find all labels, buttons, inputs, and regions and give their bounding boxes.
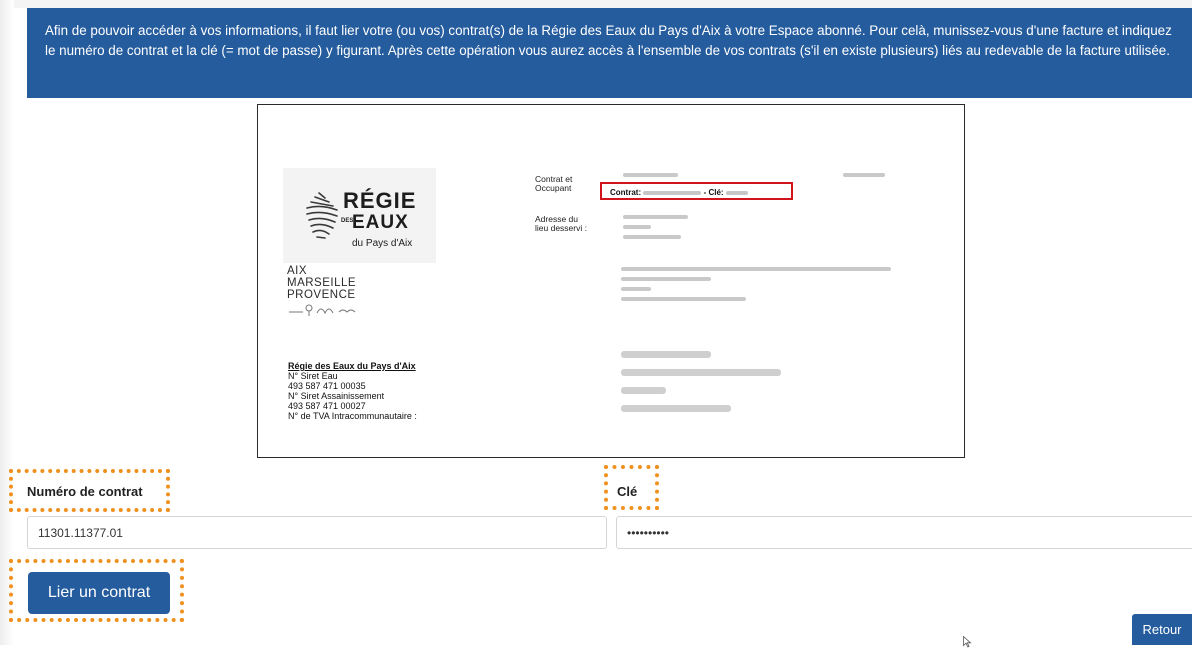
blurred-contract-number	[643, 190, 702, 195]
blurred-address-line	[623, 215, 688, 219]
logo-regie-text: RÉGIE	[343, 188, 417, 213]
blurred-address-line	[621, 287, 651, 291]
blurred-recipient-line	[621, 369, 781, 376]
logo-pays-text: du Pays d'Aix	[352, 238, 413, 249]
metropole-line-2: MARSEILLE	[287, 277, 357, 289]
info-banner: Afin de pouvoir accéder à vos informatio…	[27, 8, 1192, 98]
blurred-recipient-line	[621, 405, 731, 412]
blurred-address-line	[621, 297, 746, 301]
contract-number-input[interactable]	[27, 516, 607, 549]
blurred-address-line	[623, 225, 651, 229]
contrat-occupant-label: Contrat et Occupant	[535, 174, 573, 193]
mouse-pointer-icon	[963, 636, 972, 648]
water-waves-icon	[306, 192, 338, 239]
blurred-recipient-line	[621, 387, 666, 394]
issuer-name: Régie des Eaux du Pays d'Aix	[288, 361, 416, 371]
blurred-name	[623, 173, 678, 177]
link-contract-button[interactable]: Lier un contrat	[28, 572, 170, 614]
key-input[interactable]	[616, 516, 1192, 549]
regie-logo: RÉGIE DES EAUX du Pays d'Aix	[283, 168, 436, 263]
top-strip	[14, 0, 1192, 8]
blurred-address-line	[621, 267, 891, 271]
blurred-reference	[843, 173, 885, 177]
info-banner-text: Afin de pouvoir accéder à vos informatio…	[45, 23, 1172, 58]
blurred-address-line	[623, 235, 681, 239]
contract-key-highlight: Contrat: - Clé:	[600, 182, 793, 200]
back-button[interactable]: Retour	[1132, 614, 1192, 645]
key-label: Clé	[617, 484, 638, 499]
left-page-shadow	[0, 0, 14, 645]
blurred-address-line	[621, 277, 711, 281]
contract-number-label: Numéro de contrat	[27, 484, 143, 499]
blurred-key	[725, 190, 748, 195]
metropole-line-1: AIX	[287, 265, 308, 277]
invoice-example-image: RÉGIE DES EAUX du Pays d'Aix AIX MARSEIL…	[257, 104, 965, 458]
issuer-block: Régie des Eaux du Pays d'Aix N° Siret Ea…	[288, 361, 417, 421]
metropole-logo: AIX MARSEILLE PROVENCE	[287, 265, 397, 325]
logo-eaux-text: EAUX	[352, 212, 409, 233]
metropole-symbol-icon	[289, 304, 356, 316]
metropole-line-3: PROVENCE	[287, 289, 356, 301]
adresse-label: Adresse du lieu desservi :	[535, 214, 587, 233]
blurred-recipient-line	[621, 351, 711, 358]
